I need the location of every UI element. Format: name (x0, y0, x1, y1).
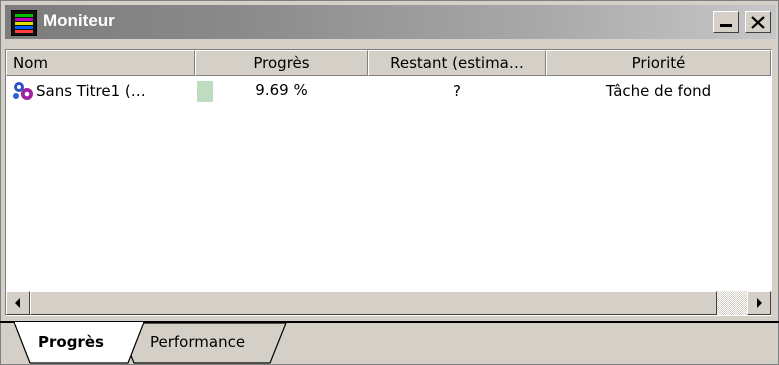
gears-icon (13, 82, 33, 100)
monitor-app-icon (11, 10, 37, 36)
scroll-right-button[interactable] (747, 291, 771, 315)
priority-cell: Tâche de fond (605, 82, 712, 100)
window-title: Moniteur (43, 11, 115, 30)
close-button[interactable] (745, 11, 771, 33)
column-header-priority[interactable]: Priorité (546, 50, 771, 76)
tab-strip: Progrès Performance (0, 321, 779, 365)
minimize-icon (720, 24, 732, 27)
column-header-row: Nom Progrès Restant (estima… Priorité (6, 50, 771, 76)
task-name-cell: Sans Titre1 (… (12, 77, 192, 105)
progress-value: 9.69 % (255, 81, 308, 99)
tab-progress[interactable]: Progrès (38, 333, 104, 351)
tab-shapes (13, 321, 287, 364)
arrow-left-icon (15, 298, 20, 308)
column-header-name[interactable]: Nom (6, 50, 195, 76)
scroll-left-button[interactable] (6, 291, 30, 315)
title-bar[interactable]: Moniteur (5, 5, 776, 39)
task-name: Sans Titre1 (… (36, 82, 146, 100)
task-list[interactable]: Nom Progrès Restant (estima… Priorité Sa… (5, 49, 772, 316)
table-row[interactable]: Sans Titre1 (… 9.69 % ? Tâche de fond (6, 77, 771, 105)
scroll-thumb[interactable] (30, 291, 717, 315)
close-icon (751, 16, 765, 29)
minimize-button[interactable] (713, 11, 739, 33)
horizontal-scrollbar[interactable] (6, 291, 773, 315)
column-header-progress[interactable]: Progrès (195, 50, 368, 76)
remaining-time-cell: ? (453, 82, 461, 100)
progress-bar: 9.69 % (195, 81, 368, 102)
tab-performance[interactable]: Performance (150, 333, 245, 351)
arrow-right-icon (757, 298, 762, 308)
column-header-remaining[interactable]: Restant (estima… (368, 50, 546, 76)
